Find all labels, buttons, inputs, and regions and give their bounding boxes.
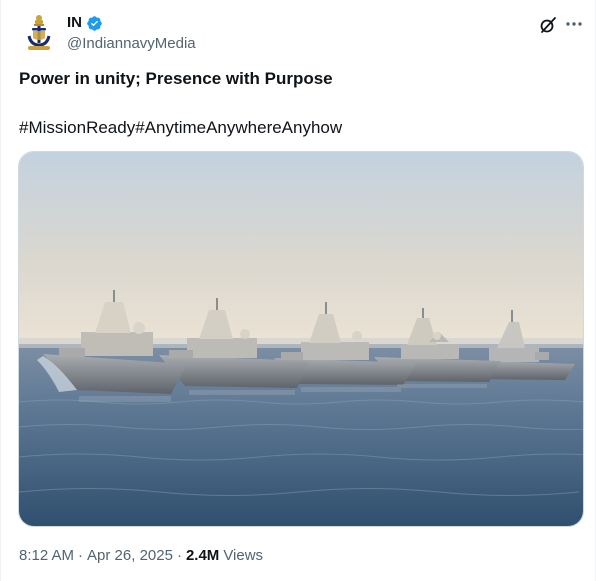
author-display-name[interactable]: IN xyxy=(67,13,82,33)
author-handle[interactable]: @IndiannavyMedia xyxy=(67,34,196,54)
tweet-hashtags[interactable]: #MissionReady#AnytimeAnywhereAnyhow xyxy=(19,117,342,139)
verified-badge-icon[interactable] xyxy=(86,15,103,32)
tweet-date[interactable]: Apr 26, 2025 xyxy=(87,546,173,566)
grok-icon[interactable] xyxy=(538,15,558,35)
views-label: Views xyxy=(223,547,264,564)
more-options-icon[interactable] xyxy=(563,13,585,35)
meta-separator: · xyxy=(78,547,84,564)
warships-photo xyxy=(19,152,583,526)
tweet-time[interactable]: 8:12 AM xyxy=(19,546,74,566)
author-name-row: IN xyxy=(67,13,103,33)
views-count[interactable]: 2.4M xyxy=(186,546,219,566)
meta-separator-2: · xyxy=(176,547,182,564)
tweet-text-headline: Power in unity; Presence with Purpose xyxy=(19,69,333,88)
tweet-meta: 8:12 AM · Apr 26, 2025 · 2.4M Views xyxy=(19,546,263,566)
indian-navy-crest-icon[interactable] xyxy=(19,12,59,52)
tweet-card: IN @IndiannavyMedia Power in unity; Pres… xyxy=(0,0,596,581)
tweet-media-image[interactable] xyxy=(18,151,584,527)
